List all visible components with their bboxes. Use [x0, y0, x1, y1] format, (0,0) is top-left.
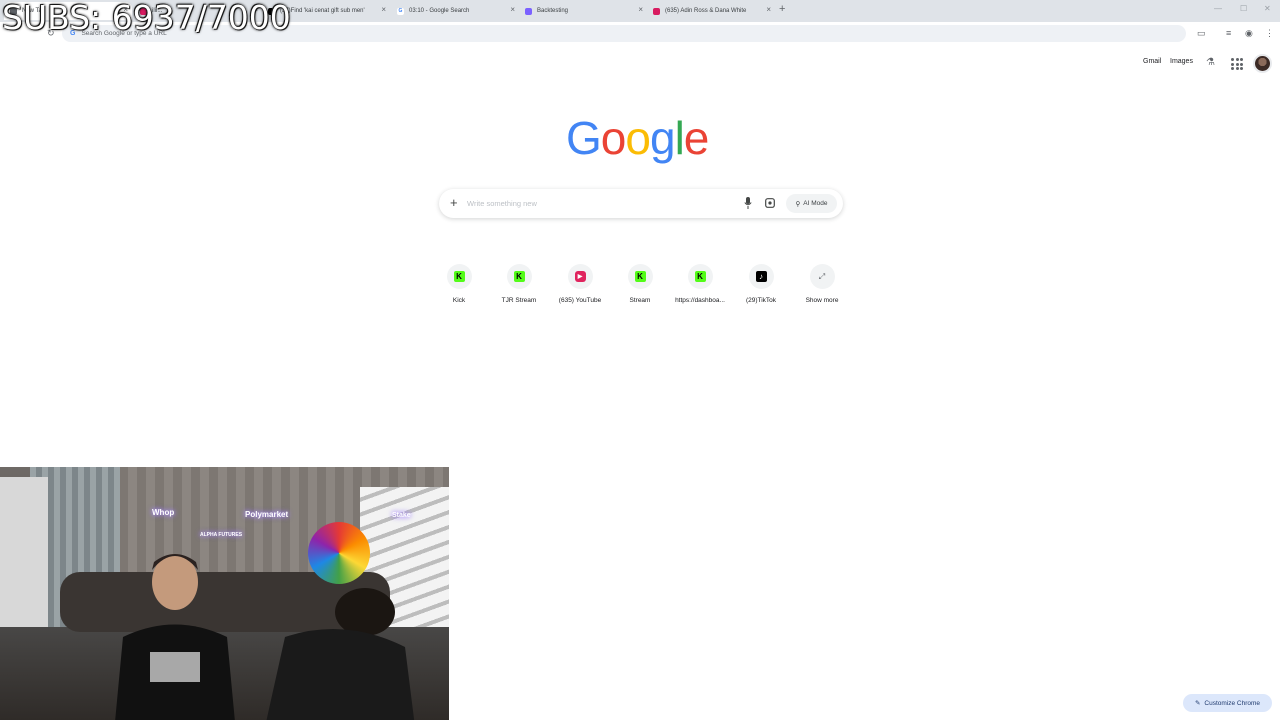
shortcut-label: (635) YouTube	[558, 297, 602, 304]
tab-label: Backtesting	[537, 8, 569, 14]
shortcut-tile: K	[446, 264, 472, 289]
maximize-icon[interactable]: ☐	[1240, 4, 1247, 13]
ai-mode-button[interactable]: ⚲ AI Mode	[786, 194, 837, 213]
close-icon[interactable]: ×	[381, 5, 386, 14]
add-icon[interactable]: +	[450, 195, 458, 210]
close-icon[interactable]: ×	[638, 5, 643, 14]
logo-letter: e	[683, 112, 710, 164]
search-sparkle-icon: ⚲	[795, 200, 801, 208]
images-link[interactable]: Images	[1170, 58, 1193, 65]
kick-icon: K	[513, 271, 525, 282]
shortcut-tiktok[interactable]: ♪ (29)TikTok	[731, 264, 791, 312]
tiktok-icon: ♪	[755, 271, 767, 282]
kick-icon: K	[694, 271, 706, 282]
gmail-link[interactable]: Gmail	[1143, 58, 1161, 65]
subs-counter-overlay: SUBS: 6937/7000	[2, 0, 291, 37]
menu-icon[interactable]: ⋮	[1265, 28, 1274, 39]
shortcut-kick[interactable]: K Kick	[429, 264, 489, 312]
shortcut-tile: ♪	[748, 264, 774, 289]
google-lens-icon[interactable]	[765, 198, 775, 208]
shortcut-tile: K	[687, 264, 713, 289]
shortcut-show-more[interactable]: ⤢ Show more	[792, 264, 852, 312]
tab-label: (37)Find 'kai cenat gift sub men'	[280, 8, 365, 14]
media-controls-icon[interactable]: ≡	[1226, 28, 1231, 38]
shortcut-tile: ⤢	[809, 264, 835, 289]
tab-label: 03:10 - Google Search	[409, 8, 470, 14]
google-icon: G	[397, 7, 404, 15]
webcam-prize-wheel	[308, 522, 370, 584]
shortcut-label: Kick	[452, 297, 466, 304]
app-icon	[525, 7, 532, 15]
youtube-icon	[653, 7, 660, 15]
customize-label: Customize Chrome	[1204, 699, 1261, 707]
webcam-whiteboard	[0, 477, 48, 627]
browser-window: SUBS: 6937/7000 New Tab × ilii... × (37)…	[0, 0, 1280, 720]
tab-google-search[interactable]: G 03:10 - Google Search ×	[391, 2, 519, 20]
shortcut-tile: K	[506, 264, 532, 289]
shortcut-label: Stream	[629, 297, 651, 304]
profile-icon[interactable]: ◉	[1245, 28, 1253, 39]
shortcut-label: https://dashboa...	[675, 297, 725, 304]
expand-icon: ⤢	[818, 271, 826, 281]
logo-letter: g	[649, 112, 676, 164]
labs-icon[interactable]: ⚗	[1206, 57, 1215, 68]
webcam-person-right	[266, 588, 415, 720]
tab-backtesting[interactable]: Backtesting ×	[519, 2, 647, 20]
apps-grid-icon[interactable]	[1231, 58, 1243, 70]
microphone-icon[interactable]	[744, 197, 752, 209]
shortcut-label: Show more	[805, 297, 839, 304]
close-icon[interactable]: ×	[766, 5, 771, 14]
search-box[interactable]: + Write something new ⚲ AI Mode	[439, 189, 843, 218]
kick-icon: K	[634, 271, 646, 282]
logo-letter: G	[566, 112, 602, 164]
shortcut-tile: ▶	[567, 264, 593, 289]
neon-sign-right: Stake	[392, 512, 411, 519]
shortcut-youtube[interactable]: ▶ (635) YouTube	[550, 264, 610, 312]
shortcut-label: (29)TikTok	[745, 297, 777, 304]
tab-adin-ross[interactable]: (635) Adin Ross & Dana White ×	[647, 2, 775, 20]
shortcut-label: TJR Stream	[501, 297, 537, 304]
kick-icon: K	[453, 271, 465, 282]
shortcut-tjr-stream[interactable]: K TJR Stream	[489, 264, 549, 312]
neon-sign-polymarket: Polymarket	[245, 510, 289, 519]
pencil-icon: ✎	[1194, 700, 1201, 707]
avatar[interactable]	[1253, 54, 1272, 73]
google-logo: G o o g l e	[566, 111, 716, 167]
webcam-person-left	[115, 554, 235, 720]
logo-letter: o	[600, 112, 627, 164]
tab-label: (635) Adin Ross & Dana White	[665, 8, 747, 14]
close-icon[interactable]: ×	[510, 5, 515, 14]
cast-icon[interactable]: ▭	[1197, 28, 1206, 39]
logo-letter: l	[674, 112, 685, 164]
new-tab-button[interactable]: +	[779, 3, 785, 15]
shortcut-tile: K	[627, 264, 653, 289]
logo-letter: o	[625, 112, 651, 164]
shortcut-dashboard[interactable]: K https://dashboa...	[670, 264, 730, 312]
minimize-icon[interactable]: —	[1214, 4, 1222, 13]
window-close-icon[interactable]: ✕	[1264, 4, 1271, 13]
neon-sign-whop: Whop	[152, 508, 175, 517]
shortcut-stream[interactable]: K Stream	[610, 264, 670, 312]
webcam-overlay: Whop Polymarket ALPHA FUTURES Stake	[0, 467, 449, 720]
neon-sign-alpha: ALPHA FUTURES	[200, 532, 243, 538]
youtube-icon: ▶	[574, 271, 586, 282]
search-placeholder: Write something new	[467, 199, 537, 208]
ai-mode-label: AI Mode	[803, 200, 828, 207]
customize-chrome-button[interactable]: ✎ Customize Chrome	[1183, 694, 1272, 712]
